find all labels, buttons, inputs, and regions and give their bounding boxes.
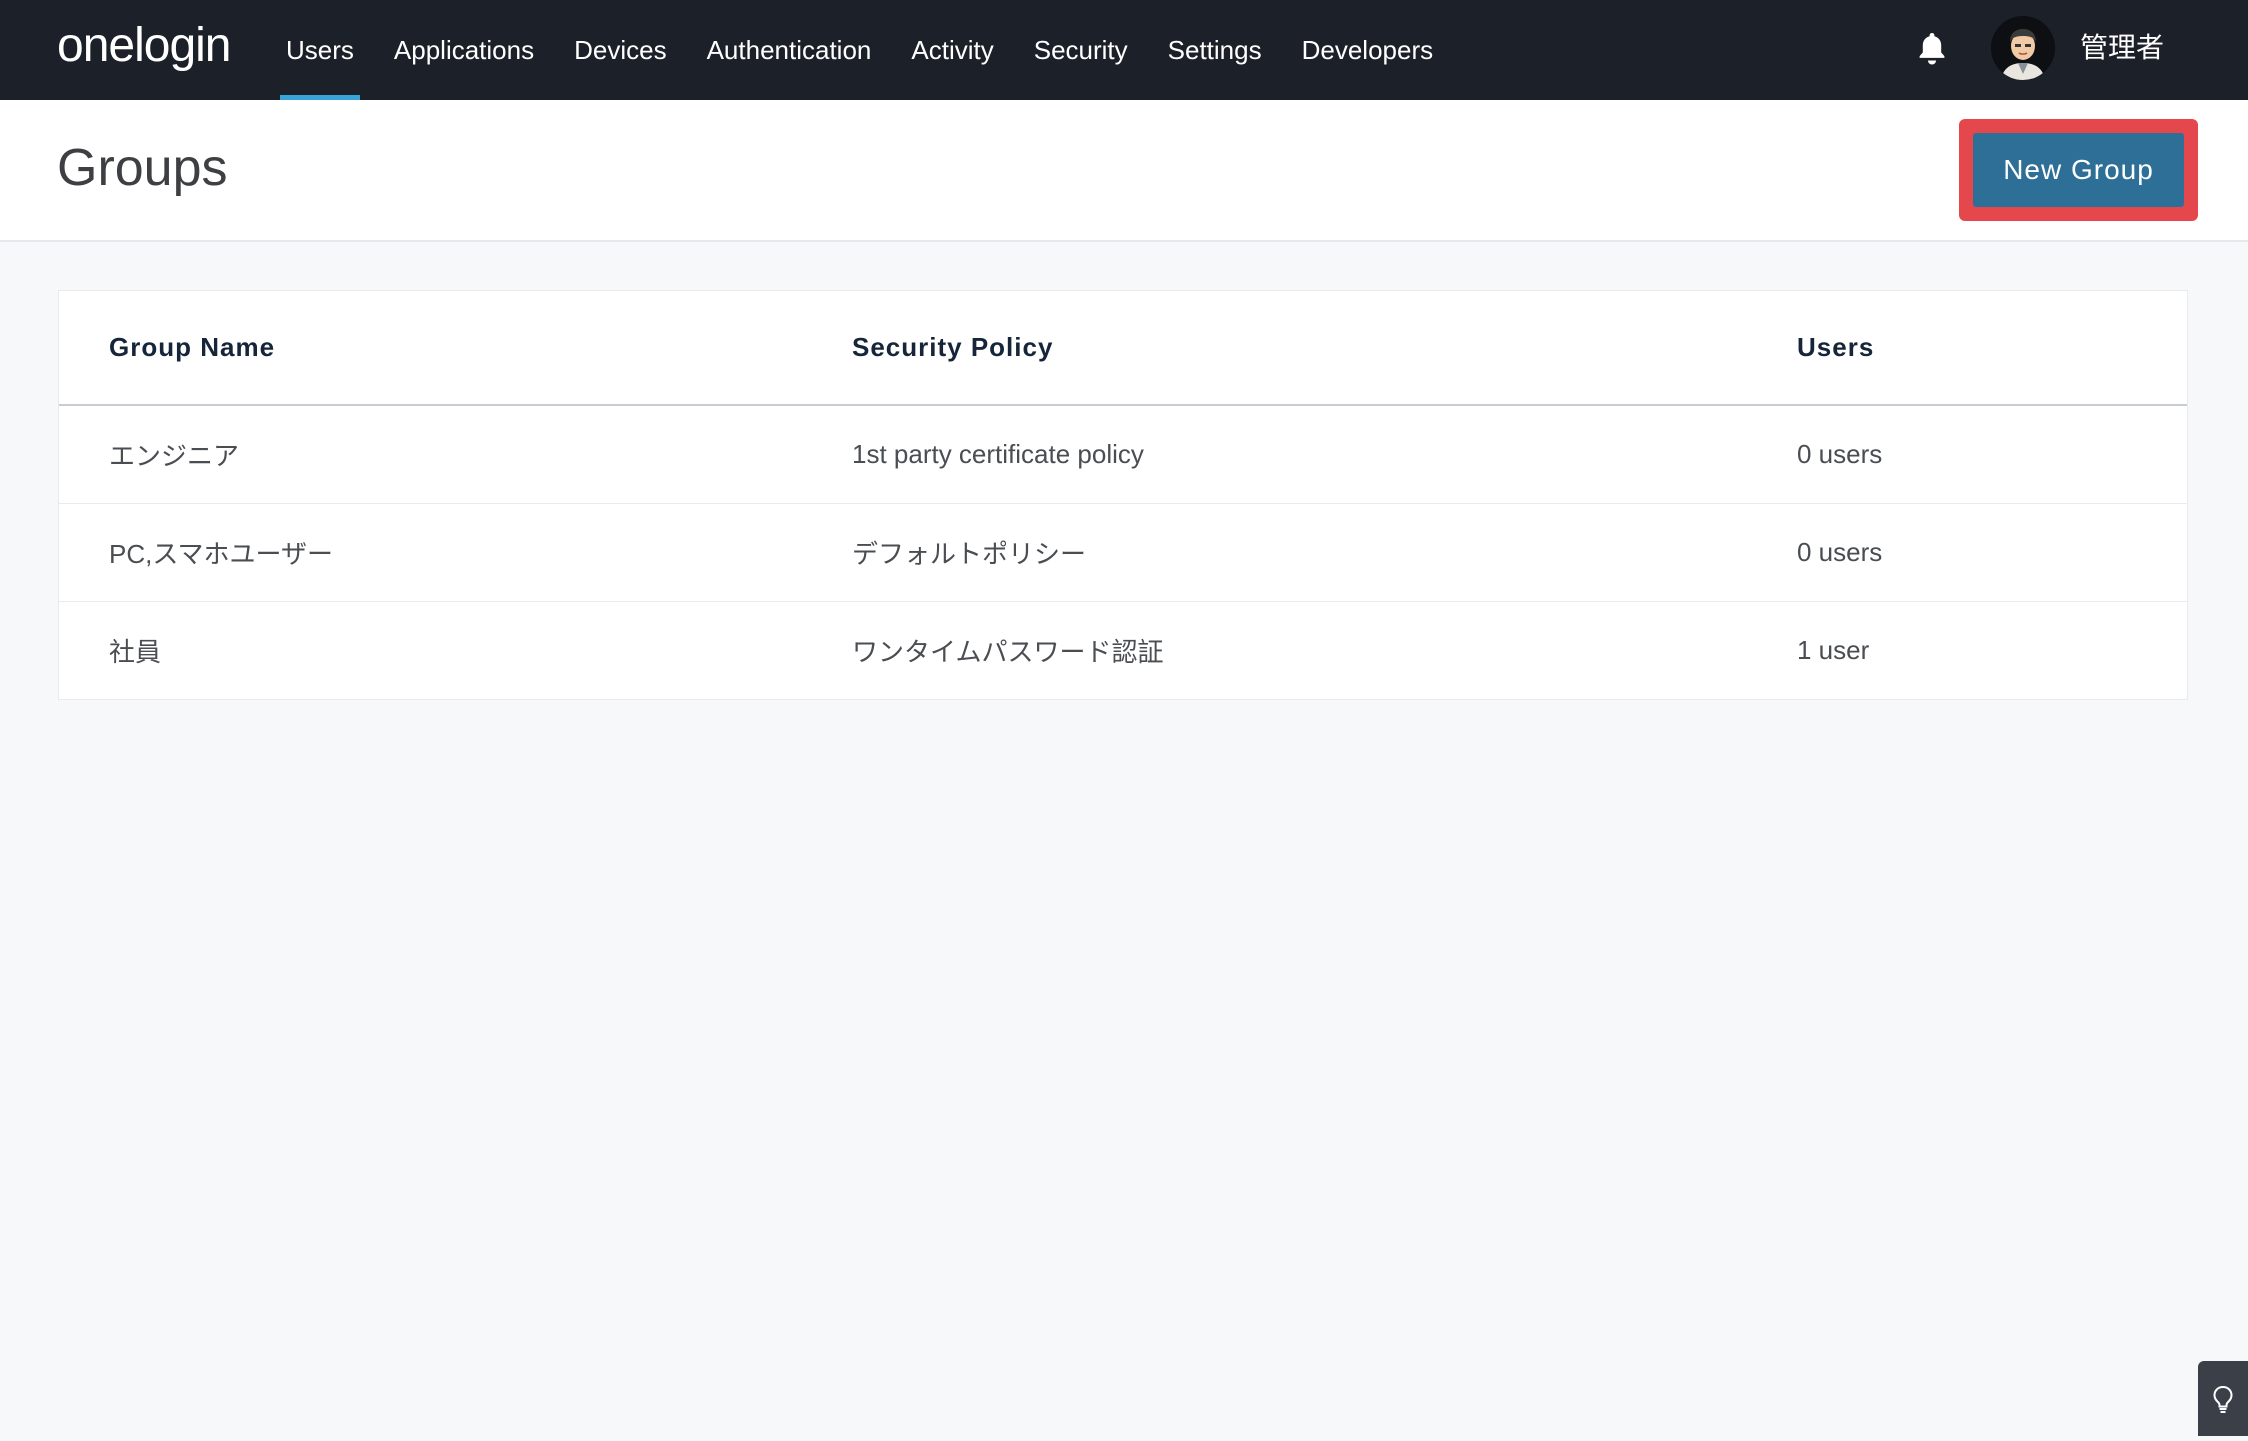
- new-group-button[interactable]: New Group: [1973, 133, 2184, 207]
- lightbulb-icon: [2213, 1385, 2233, 1413]
- top-navigation-bar: onelogin Users Applications Devices Auth…: [0, 0, 2248, 100]
- avatar-image: [1991, 16, 2055, 80]
- nav-item-activity[interactable]: Activity: [891, 0, 1013, 100]
- nav-item-authentication[interactable]: Authentication: [687, 0, 892, 100]
- users-count-cell: 0 users: [1797, 439, 1883, 469]
- nav-item-settings[interactable]: Settings: [1148, 0, 1282, 100]
- page-title: Groups: [57, 139, 228, 197]
- security-policy-cell: デフォルトポリシー: [852, 539, 1087, 569]
- nav-item-developers[interactable]: Developers: [1282, 0, 1454, 100]
- column-header-group-name[interactable]: Group Name: [109, 291, 275, 404]
- user-name[interactable]: 管理者: [2080, 28, 2164, 68]
- nav-item-security[interactable]: Security: [1014, 0, 1148, 100]
- table-row[interactable]: 社員 ワンタイムパスワード認証 1 user: [59, 602, 2187, 699]
- group-name-cell[interactable]: エンジニア: [109, 406, 239, 503]
- column-header-security-policy[interactable]: Security Policy: [852, 291, 1053, 404]
- security-policy-cell: ワンタイムパスワード認証: [852, 637, 1164, 667]
- nav-item-devices[interactable]: Devices: [554, 0, 686, 100]
- groups-table: Group Name Security Policy Users エンジニア 1…: [58, 290, 2188, 700]
- help-tab[interactable]: [2198, 1361, 2248, 1436]
- nav-item-users[interactable]: Users: [266, 0, 374, 100]
- table-row[interactable]: エンジニア 1st party certificate policy 0 use…: [59, 406, 2187, 504]
- page-header: Groups New Group: [0, 100, 2248, 242]
- column-header-users[interactable]: Users: [1797, 291, 1874, 404]
- bell-icon[interactable]: [1916, 31, 1948, 67]
- group-name-cell[interactable]: PC,スマホユーザー: [109, 504, 333, 601]
- main-nav: Users Applications Devices Authenticatio…: [266, 0, 1453, 100]
- users-count-cell: 0 users: [1797, 537, 1883, 567]
- avatar[interactable]: [1991, 16, 2055, 80]
- nav-item-applications[interactable]: Applications: [374, 0, 554, 100]
- onelogin-logo[interactable]: onelogin: [57, 18, 231, 74]
- table-row[interactable]: PC,スマホユーザー デフォルトポリシー 0 users: [59, 504, 2187, 602]
- users-count-cell: 1 user: [1797, 635, 1870, 665]
- table-header: Group Name Security Policy Users: [59, 291, 2187, 406]
- group-name-cell[interactable]: 社員: [109, 602, 161, 699]
- security-policy-cell: 1st party certificate policy: [852, 439, 1144, 469]
